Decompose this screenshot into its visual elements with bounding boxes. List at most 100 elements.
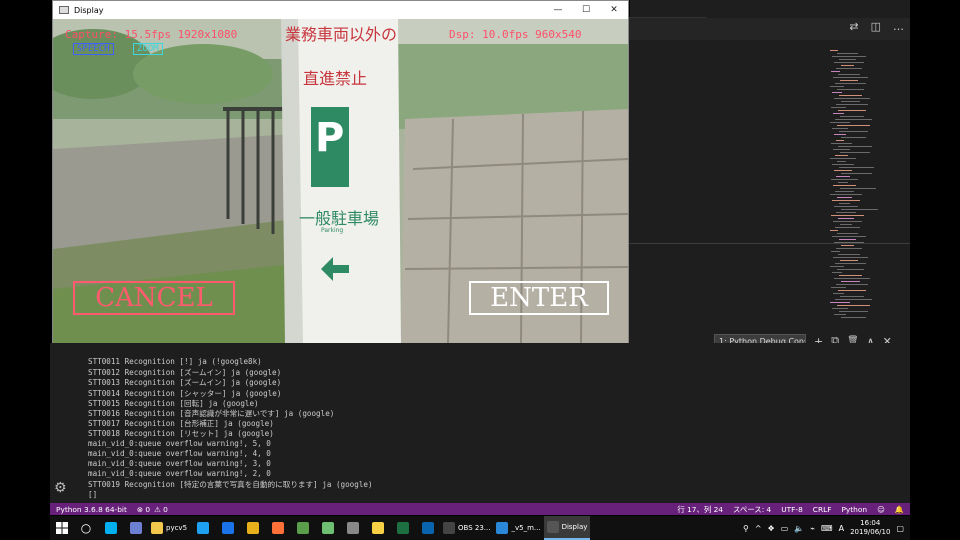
minimap-line bbox=[832, 272, 842, 273]
parking-en: Parking bbox=[321, 227, 344, 234]
minimap-line bbox=[837, 125, 870, 126]
taskbar-chrome-icon[interactable] bbox=[240, 516, 265, 540]
taskbar-display-task[interactable]: Display bbox=[543, 516, 591, 540]
taskbar-edge-icon[interactable] bbox=[215, 516, 240, 540]
speech-badge[interactable]: SPEECH bbox=[73, 43, 114, 55]
taskbar-ie-icon[interactable] bbox=[190, 516, 215, 540]
minimap-line bbox=[834, 314, 846, 315]
minimap-line bbox=[839, 167, 874, 168]
taskbar-excel-icon[interactable] bbox=[390, 516, 415, 540]
taskbar-app-icon-2[interactable] bbox=[315, 516, 340, 540]
minimap-line bbox=[834, 98, 870, 99]
cancel-button[interactable]: CANCEL bbox=[73, 281, 235, 315]
minimap-line bbox=[832, 164, 854, 165]
minimap-line bbox=[840, 260, 858, 261]
keyboard-icon[interactable]: ⌨ bbox=[821, 524, 833, 533]
taskbar-sticky-icon[interactable] bbox=[365, 516, 390, 540]
network-icon[interactable]: ⌁ bbox=[810, 524, 815, 533]
minimap-line bbox=[839, 311, 868, 312]
taskbar-people-icon[interactable] bbox=[123, 516, 148, 540]
terminal-line: STT0011 Recognition [!] ja (!google8k) bbox=[88, 357, 262, 366]
minimap-line bbox=[837, 233, 858, 234]
minimap-line bbox=[837, 89, 864, 90]
minimap-line bbox=[838, 218, 854, 219]
volume-icon[interactable]: 🔈 bbox=[794, 524, 804, 533]
close-button[interactable]: ✕ bbox=[600, 1, 628, 19]
minimap-line bbox=[831, 251, 840, 252]
minimap-line bbox=[833, 149, 850, 150]
minimap-line bbox=[830, 122, 850, 123]
bell-icon[interactable]: 🔔 bbox=[895, 505, 904, 514]
windows-icon bbox=[56, 522, 68, 534]
minimap-line bbox=[833, 293, 844, 294]
taskbar-skype-icon[interactable] bbox=[98, 516, 123, 540]
taskbar-folder-pycv5[interactable]: pycv5 bbox=[148, 516, 190, 540]
taskbar-app-icon-1[interactable] bbox=[290, 516, 315, 540]
taskbar-obs-icon[interactable]: OBS 23... bbox=[440, 516, 493, 540]
edge-icon bbox=[221, 522, 234, 534]
show-hidden-icon[interactable]: ^ bbox=[755, 524, 762, 533]
window-app-icon bbox=[59, 6, 69, 14]
split-editor-icon[interactable]: ◫ bbox=[871, 20, 881, 33]
gear-icon[interactable]: ⚙ bbox=[54, 480, 67, 496]
taskbar-app-icon-3[interactable] bbox=[340, 516, 365, 540]
minimap[interactable] bbox=[828, 50, 898, 330]
minimap-line bbox=[835, 83, 866, 84]
enter-button[interactable]: ENTER bbox=[469, 281, 609, 315]
minimap-line bbox=[834, 62, 864, 63]
obs-icon bbox=[443, 522, 456, 534]
indentation[interactable]: スペース: 4 bbox=[733, 504, 771, 515]
maximize-button[interactable]: ☐ bbox=[572, 1, 600, 19]
cortana-icon: ○ bbox=[80, 521, 92, 535]
battery-icon[interactable]: ▭ bbox=[781, 524, 789, 533]
more-icon[interactable]: … bbox=[893, 20, 904, 33]
minimap-line bbox=[838, 74, 860, 75]
minimap-line bbox=[840, 296, 864, 297]
compare-icon[interactable]: ⇄ bbox=[849, 20, 858, 33]
minimap-line bbox=[839, 131, 868, 132]
minimap-line bbox=[835, 119, 872, 120]
minimap-line bbox=[836, 68, 862, 69]
clock[interactable]: 16:04 2019/06/10 bbox=[850, 519, 890, 537]
zoom-badge[interactable]: ZOOM bbox=[133, 43, 163, 55]
feedback-icon[interactable]: ☺ bbox=[877, 505, 885, 514]
taskbar: ○ pycv5 OBS 23... _v5_m... Display ⚲ ^ ❖ ▭ … bbox=[50, 516, 910, 540]
taskbar-outlook-icon[interactable] bbox=[415, 516, 440, 540]
vscode-titlebar bbox=[630, 0, 910, 18]
camera-view[interactable]: 業務車両以外の 直進禁止 P 一般駐車場 Parking Capture: 15… bbox=[53, 19, 628, 343]
start-button[interactable] bbox=[50, 516, 74, 540]
minimap-line bbox=[831, 215, 864, 216]
line-ending[interactable]: CRLF bbox=[813, 505, 832, 514]
minimap-line bbox=[837, 197, 852, 198]
cursor-position[interactable]: 行 17、列 24 bbox=[677, 504, 723, 515]
problems-warnings[interactable]: ⚠ 0 bbox=[154, 505, 168, 514]
display-task bbox=[546, 521, 559, 533]
minimap-line bbox=[835, 191, 854, 192]
notification-icon[interactable]: ▢ bbox=[896, 524, 904, 533]
display-titlebar[interactable]: Display — ☐ ✕ bbox=[53, 1, 628, 19]
problems-errors[interactable]: ⊗ 0 bbox=[137, 505, 150, 514]
minimap-line bbox=[831, 107, 846, 108]
sign-line1: 業務車両以外の bbox=[285, 25, 398, 44]
terminal[interactable]: STT0011 Recognition [!] ja (!google8k) S… bbox=[50, 343, 910, 503]
people-tray-icon[interactable]: ⚲ bbox=[743, 524, 749, 533]
folder-pycv5 bbox=[151, 522, 163, 534]
taskbar-vscode-icon[interactable]: _v5_m... bbox=[493, 516, 543, 540]
python-interpreter[interactable]: Python 3.6.8 64-bit bbox=[56, 505, 127, 514]
editor-actions: ⇄ ◫ … bbox=[849, 20, 904, 33]
dropbox-icon[interactable]: ❖ bbox=[768, 524, 775, 533]
minimize-button[interactable]: — bbox=[544, 1, 572, 19]
minimap-line bbox=[840, 152, 870, 153]
encoding[interactable]: UTF-8 bbox=[781, 505, 803, 514]
minimap-line bbox=[831, 287, 846, 288]
minimap-line bbox=[840, 224, 852, 225]
search-button[interactable]: ○ bbox=[74, 516, 98, 540]
minimap-line bbox=[830, 86, 844, 87]
language-mode[interactable]: Python bbox=[841, 505, 867, 514]
taskbar-firefox-icon[interactable] bbox=[265, 516, 290, 540]
minimap-line bbox=[830, 194, 862, 195]
taskbar-label: _v5_m... bbox=[511, 524, 541, 532]
ime-icon[interactable]: A bbox=[839, 524, 844, 533]
minimap-line bbox=[832, 56, 866, 57]
taskbar-label: pycv5 bbox=[166, 524, 188, 532]
